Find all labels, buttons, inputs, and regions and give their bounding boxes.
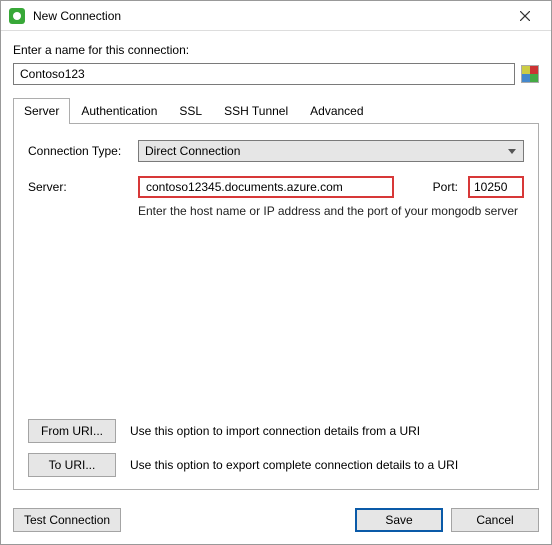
dialog-content: Enter a name for this connection: Server… bbox=[1, 31, 551, 498]
tab-server[interactable]: Server bbox=[13, 98, 70, 124]
port-label: Port: bbox=[433, 180, 458, 194]
color-picker-button[interactable] bbox=[521, 65, 539, 83]
tab-advanced[interactable]: Advanced bbox=[299, 98, 374, 124]
test-connection-button[interactable]: Test Connection bbox=[13, 508, 121, 532]
port-input[interactable] bbox=[468, 176, 524, 198]
to-uri-description: Use this option to export complete conne… bbox=[130, 458, 524, 472]
server-label: Server: bbox=[28, 180, 128, 194]
tab-panel-server: Connection Type: Direct Connection Serve… bbox=[13, 123, 539, 490]
tab-ssh-tunnel[interactable]: SSH Tunnel bbox=[213, 98, 299, 124]
save-button[interactable]: Save bbox=[355, 508, 443, 532]
connection-name-row bbox=[13, 63, 539, 85]
connection-type-select[interactable]: Direct Connection bbox=[138, 140, 524, 162]
close-button[interactable] bbox=[505, 2, 545, 30]
connection-type-row: Connection Type: Direct Connection bbox=[28, 140, 524, 162]
close-icon bbox=[520, 11, 530, 21]
tab-strip: Server Authentication SSL SSH Tunnel Adv… bbox=[13, 97, 539, 123]
app-icon bbox=[9, 8, 25, 24]
tab-authentication[interactable]: Authentication bbox=[70, 98, 168, 124]
connection-name-prompt: Enter a name for this connection: bbox=[13, 43, 539, 57]
window-title: New Connection bbox=[33, 9, 505, 23]
to-uri-button[interactable]: To URI... bbox=[28, 453, 116, 477]
server-input[interactable] bbox=[138, 176, 394, 198]
from-uri-button[interactable]: From URI... bbox=[28, 419, 116, 443]
connection-type-value: Direct Connection bbox=[145, 144, 240, 158]
tab-ssl[interactable]: SSL bbox=[168, 98, 213, 124]
from-uri-description: Use this option to import connection det… bbox=[130, 424, 524, 438]
connection-name-input[interactable] bbox=[13, 63, 515, 85]
dialog-footer: Test Connection Save Cancel bbox=[1, 498, 551, 544]
server-row: Server: Port: bbox=[28, 176, 524, 198]
from-uri-row: From URI... Use this option to import co… bbox=[28, 419, 524, 443]
cancel-button[interactable]: Cancel bbox=[451, 508, 539, 532]
connection-type-label: Connection Type: bbox=[28, 144, 128, 158]
to-uri-row: To URI... Use this option to export comp… bbox=[28, 453, 524, 477]
title-bar: New Connection bbox=[1, 1, 551, 31]
tab-container: Server Authentication SSL SSH Tunnel Adv… bbox=[13, 97, 539, 490]
server-help-text: Enter the host name or IP address and th… bbox=[138, 204, 524, 218]
